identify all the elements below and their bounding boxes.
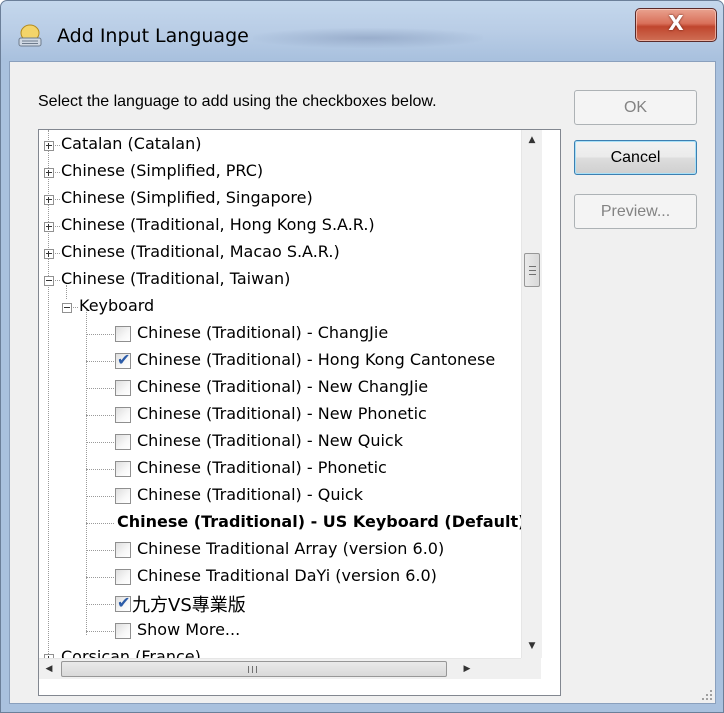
keyboard-item[interactable]: Chinese (Traditional) - New Quick <box>39 429 521 456</box>
keyboard-checkbox[interactable] <box>115 569 131 585</box>
keyboard-item[interactable]: Chinese (Traditional) - New Phonetic <box>39 402 521 429</box>
close-button[interactable]: X <box>635 8 717 42</box>
keyboard-label: Chinese Traditional DaYi (version 6.0) <box>137 566 437 585</box>
keyboard-checkbox[interactable] <box>115 326 131 342</box>
expand-plus-icon[interactable] <box>44 168 54 178</box>
keyboard-label: Chinese (Traditional) - US Keyboard (Def… <box>117 512 521 531</box>
expand-plus-icon[interactable] <box>44 222 54 232</box>
tree-item-label: Chinese (Traditional, Hong Kong S.A.R.) <box>61 215 375 234</box>
expand-plus-icon[interactable] <box>44 249 54 259</box>
keyboard-checkbox-checked[interactable]: ✔ <box>115 350 131 369</box>
collapse-minus-icon[interactable] <box>44 276 54 286</box>
tree-item-chinese-traditional-hong-kong[interactable]: Chinese (Traditional, Hong Kong S.A.R.) <box>39 213 521 240</box>
tree-item-label: Corsican (France) <box>61 647 201 658</box>
keyboard-checkbox[interactable] <box>115 434 131 450</box>
title-bar[interactable]: Add Input Language X <box>1 1 723 61</box>
tree-item-label: Chinese (Simplified, Singapore) <box>61 188 313 207</box>
ok-button[interactable]: OK <box>574 90 697 125</box>
keyboard-checkbox[interactable] <box>115 461 131 477</box>
horizontal-scroll-thumb[interactable] <box>61 661 447 677</box>
window-title: Add Input Language <box>57 25 249 47</box>
keyboard-label: Chinese (Traditional) - Quick <box>137 485 363 504</box>
keyboard-checkbox-checked[interactable]: ✔ <box>115 593 131 612</box>
tree-item-label: Chinese (Simplified, PRC) <box>61 161 264 180</box>
tree-item-keyboard-category[interactable]: Keyboard <box>39 294 521 321</box>
background-window-title-ghost <box>253 28 483 48</box>
keyboard-label: Chinese (Traditional) - New Quick <box>137 431 403 450</box>
expand-plus-icon[interactable] <box>44 141 54 151</box>
language-tree[interactable]: Catalan (Catalan) Chinese (Simplified, P… <box>38 129 561 696</box>
tree-item-corsican[interactable]: Corsican (France) <box>39 645 521 658</box>
keyboard-checkbox[interactable] <box>115 407 131 423</box>
keyboard-item[interactable]: Chinese (Traditional) - New ChangJie <box>39 375 521 402</box>
tree-item-chinese-simplified-singapore[interactable]: Chinese (Simplified, Singapore) <box>39 186 521 213</box>
close-icon: X <box>668 11 684 35</box>
cancel-button[interactable]: Cancel <box>574 140 697 175</box>
keyboard-label: Chinese (Traditional) - New Phonetic <box>137 404 427 423</box>
tree-item-label: Chinese (Traditional, Macao S.A.R.) <box>61 242 340 261</box>
keyboard-label: Chinese Traditional Array (version 6.0) <box>137 539 445 558</box>
tree-viewport: Catalan (Catalan) Chinese (Simplified, P… <box>39 130 521 658</box>
scroll-left-icon[interactable]: ◀ <box>39 659 59 679</box>
resize-grip-icon[interactable] <box>701 689 713 701</box>
checkmark-icon: ✔ <box>117 593 131 612</box>
horizontal-scrollbar[interactable]: ◀ ▶ <box>39 658 541 679</box>
keyboard-item[interactable]: Chinese (Traditional) - ChangJie <box>39 321 521 348</box>
keyboard-checkbox[interactable] <box>115 380 131 396</box>
instruction-text: Select the language to add using the che… <box>38 93 437 110</box>
keyboard-checkbox[interactable] <box>115 488 131 504</box>
keyboard-item[interactable]: Chinese (Traditional) - Phonetic <box>39 456 521 483</box>
scroll-right-icon[interactable]: ▶ <box>457 659 477 679</box>
vertical-scrollbar[interactable]: ▲ ▼ <box>521 130 542 658</box>
scroll-down-icon[interactable]: ▼ <box>522 636 542 656</box>
keyboard-item[interactable]: ✔ 九方VS專業版 <box>39 591 521 618</box>
keyboard-language-icon <box>18 24 42 47</box>
checkmark-icon: ✔ <box>117 350 131 369</box>
scrollbar-corner <box>521 658 541 678</box>
keyboard-item[interactable]: ✔ Chinese (Traditional) - Hong Kong Cant… <box>39 348 521 375</box>
tree-item-label: Catalan (Catalan) <box>61 134 202 153</box>
scroll-up-icon[interactable]: ▲ <box>522 130 542 150</box>
tree-item-catalan[interactable]: Catalan (Catalan) <box>39 132 521 159</box>
keyboard-item-default[interactable]: Chinese (Traditional) - US Keyboard (Def… <box>39 510 521 537</box>
expand-plus-icon[interactable] <box>44 195 54 205</box>
keyboard-item[interactable]: Chinese Traditional Array (version 6.0) <box>39 537 521 564</box>
vertical-scroll-thumb[interactable] <box>524 253 540 287</box>
tree-item-chinese-simplified-prc[interactable]: Chinese (Simplified, PRC) <box>39 159 521 186</box>
keyboard-label: Chinese (Traditional) - New ChangJie <box>137 377 429 396</box>
preview-button[interactable]: Preview... <box>574 194 697 229</box>
tree-item-chinese-traditional-macao[interactable]: Chinese (Traditional, Macao S.A.R.) <box>39 240 521 267</box>
keyboard-label: Chinese (Traditional) - Hong Kong Canton… <box>137 350 496 369</box>
keyboard-label: 九方VS專業版 <box>132 595 246 616</box>
tree-item-chinese-traditional-taiwan[interactable]: Chinese (Traditional, Taiwan) <box>39 267 521 294</box>
keyboard-checkbox[interactable] <box>115 542 131 558</box>
dialog-client-area: Select the language to add using the che… <box>9 61 716 704</box>
tree-item-label: Keyboard <box>79 296 155 315</box>
keyboard-item[interactable]: Chinese (Traditional) - Quick <box>39 483 521 510</box>
dialog-window: Add Input Language X Select the language… <box>0 0 724 713</box>
keyboard-label: Chinese (Traditional) - ChangJie <box>137 323 389 342</box>
collapse-minus-icon[interactable] <box>62 303 72 313</box>
keyboard-item[interactable]: Chinese Traditional DaYi (version 6.0) <box>39 564 521 591</box>
keyboard-label: Show More... <box>137 620 241 639</box>
keyboard-label: Chinese (Traditional) - Phonetic <box>137 458 387 477</box>
show-more-item[interactable]: Show More... <box>39 618 521 645</box>
keyboard-checkbox[interactable] <box>115 623 131 639</box>
tree-item-label: Chinese (Traditional, Taiwan) <box>61 269 291 288</box>
